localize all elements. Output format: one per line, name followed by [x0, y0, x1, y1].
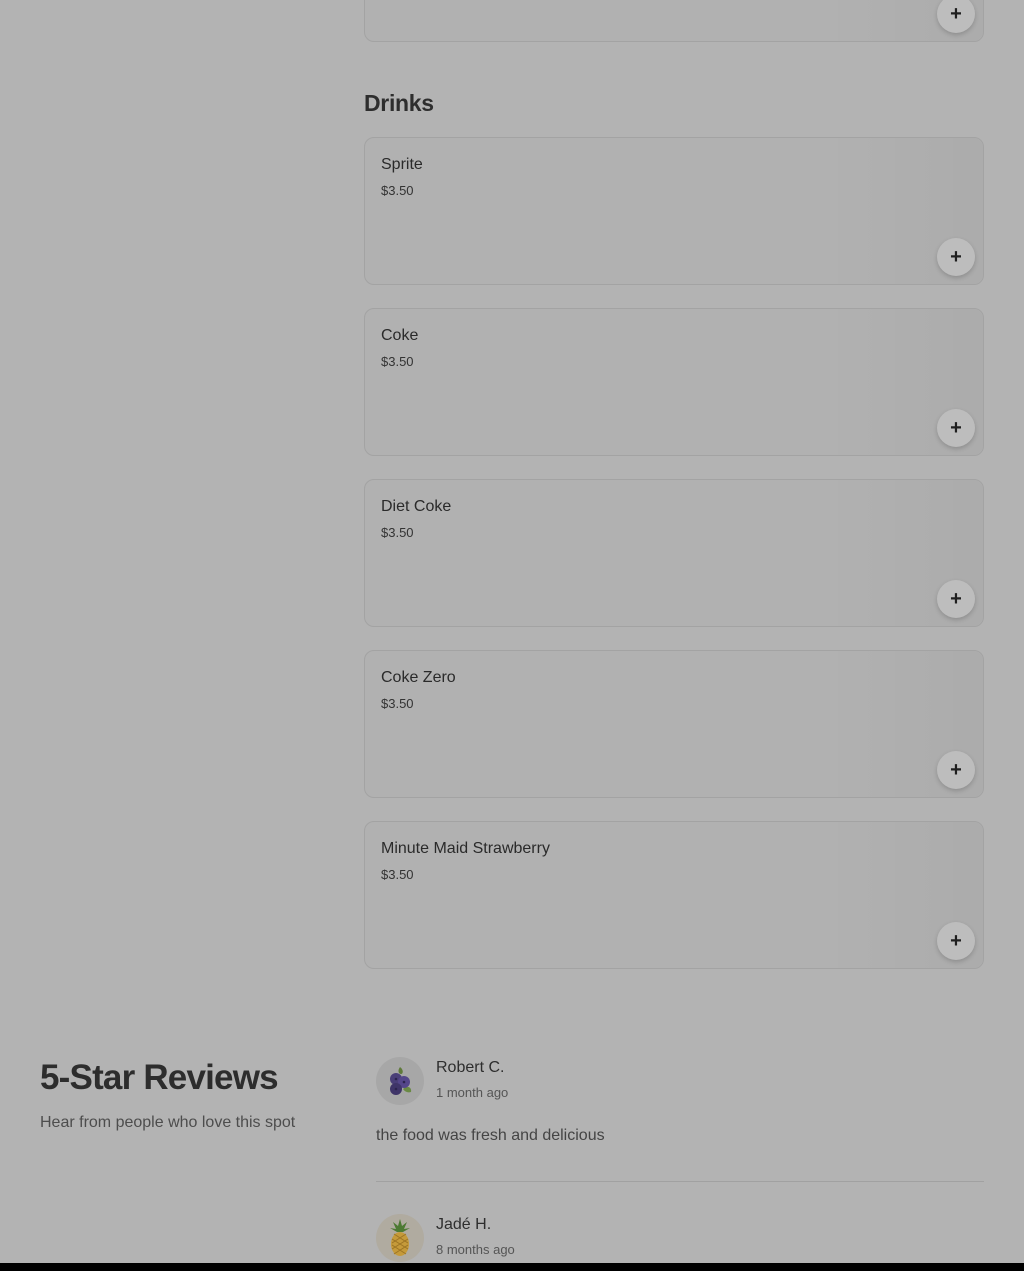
add-to-cart-button[interactable]: + — [937, 580, 975, 618]
item-price: $3.50 — [381, 525, 414, 540]
review-time: 1 month ago — [436, 1085, 509, 1100]
item-name: Diet Coke — [381, 498, 452, 515]
pineapple-icon — [390, 1219, 410, 1256]
reviewer-name: Robert C. — [436, 1059, 505, 1076]
item-name: Minute Maid Strawberry — [381, 840, 550, 857]
reviewer-name: Jadé H. — [436, 1216, 492, 1233]
add-to-cart-button[interactable]: + — [937, 238, 975, 276]
reviews-subtitle: Hear from people who love this spot — [40, 1114, 296, 1131]
avatar — [376, 1057, 424, 1105]
menu-item-card[interactable]: Diet Coke $3.50 + — [364, 479, 984, 627]
review-time: 8 months ago — [436, 1242, 515, 1257]
item-name: Sprite — [381, 156, 423, 173]
avatar — [376, 1214, 424, 1262]
blueberry-icon — [390, 1067, 412, 1095]
item-name: Coke Zero — [381, 669, 456, 686]
add-to-cart-button[interactable]: + — [937, 409, 975, 447]
menu-item-card[interactable]: + — [364, 0, 984, 42]
item-price: $3.50 — [381, 696, 414, 711]
menu-item-card[interactable]: Coke Zero $3.50 + — [364, 650, 984, 798]
item-name: Coke — [381, 327, 419, 344]
review-text: the food was fresh and delicious — [376, 1127, 605, 1144]
section-title-drinks: Drinks — [364, 90, 434, 116]
review-item: Robert C. 1 month ago the food was fresh… — [376, 1057, 984, 1157]
reviews-title: 5-Star Reviews — [40, 1058, 279, 1097]
item-price: $3.50 — [381, 867, 414, 882]
menu-item-card[interactable]: Coke $3.50 + — [364, 308, 984, 456]
item-price: $3.50 — [381, 183, 414, 198]
menu-item-card[interactable]: Sprite $3.50 + — [364, 137, 984, 285]
menu-item-card[interactable]: Minute Maid Strawberry $3.50 + — [364, 821, 984, 969]
add-to-cart-button[interactable]: + — [937, 922, 975, 960]
add-to-cart-button[interactable]: + — [937, 751, 975, 789]
store-page: + Drinks Sprite $3.50 + Coke $3.50 + Die… — [0, 0, 1024, 1271]
review-divider — [376, 1181, 984, 1182]
bottom-bar — [0, 1263, 1024, 1271]
item-price: $3.50 — [381, 354, 414, 369]
